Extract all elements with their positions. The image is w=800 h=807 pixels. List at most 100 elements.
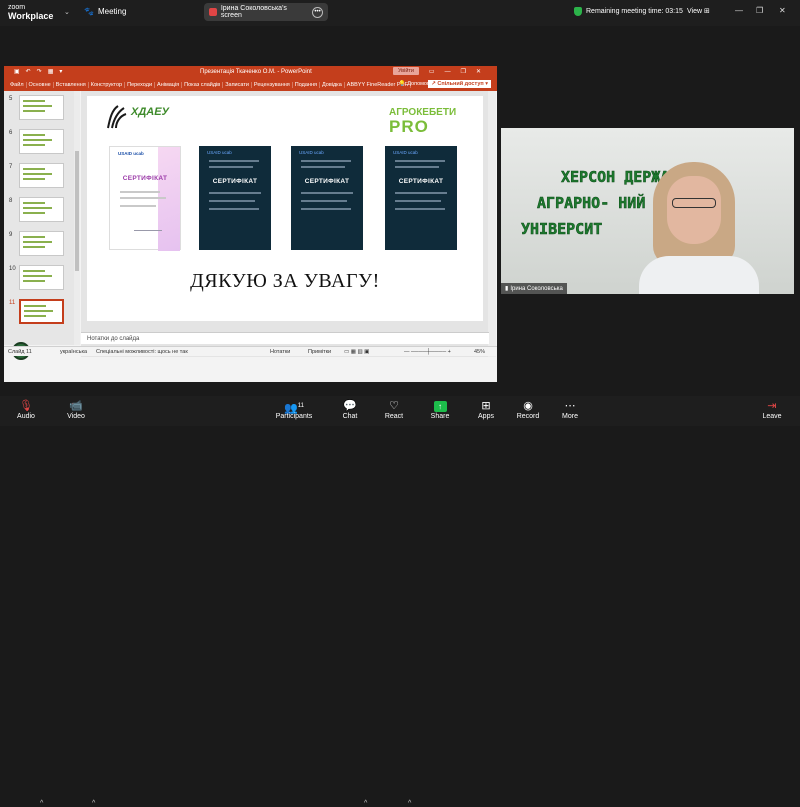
video-button[interactable]: 📹 Video — [56, 399, 96, 420]
video-label: Video — [67, 413, 85, 420]
react-button[interactable]: ♡ React — [374, 399, 414, 420]
ppt-help[interactable]: 💡 Допомог — [399, 81, 429, 87]
leave-button[interactable]: ⇥ Leave — [752, 399, 792, 420]
view-button[interactable]: View ⊞ — [687, 7, 710, 15]
status-accessibility[interactable]: Спеціальні можливості: щось не так — [96, 349, 188, 355]
shield-icon — [574, 7, 582, 16]
react-options-chevron[interactable]: ^ — [408, 800, 411, 807]
participants-label: Participants — [275, 413, 313, 420]
ppt-tab[interactable]: Переходи — [125, 82, 156, 88]
thanks-heading: ДЯКУЮ ЗА УВАГУ! — [190, 270, 380, 292]
notes-field[interactable]: Нотатки до слайда — [81, 332, 489, 344]
certificate-4: USAID ucab СЕРТИФІКАТ — [385, 146, 457, 250]
current-slide: ХДАЕУ АГРОКЕБЕТИ PRO USAID ucab СЕРТИФІК… — [87, 96, 483, 321]
slide-thumbnail[interactable] — [19, 265, 64, 290]
slide-thumbnail[interactable] — [19, 231, 64, 256]
certificate-title: СЕРТИФІКАТ — [304, 178, 350, 185]
slide-thumbnail[interactable] — [19, 129, 64, 154]
remaining-time-label: Remaining meeting time: 03:15 — [586, 8, 683, 15]
ppt-tab[interactable]: Подання — [293, 82, 320, 88]
quick-access-toolbar[interactable]: ▣↶↷▦▾ — [14, 68, 68, 75]
leave-label: Leave — [762, 413, 782, 420]
apps-label: Apps — [478, 413, 494, 420]
ppt-tab[interactable]: Записати — [223, 82, 252, 88]
participant-figure — [639, 162, 789, 294]
logo-line2: Workplace — [8, 11, 54, 21]
minimize-icon[interactable]: — — [735, 6, 743, 15]
ppt-tab[interactable]: Показ слайдів — [182, 82, 224, 88]
participant-name: Ірина Соколовська — [510, 285, 563, 292]
ppt-ribbon: Файл Основне Вставлення Конструктор Переходи… — [4, 79, 497, 91]
certificate-logos: USAID ucab — [118, 151, 144, 156]
status-slide-number: Слайд 11 — [8, 349, 32, 355]
agro-logo-bottom: PRO — [389, 117, 429, 136]
certificate-2: USAID ucab СЕРТИФІКАТ — [199, 146, 271, 250]
more-label: More — [562, 413, 578, 420]
share-button[interactable]: ↑ Share — [420, 399, 460, 420]
view-buttons[interactable]: ▭ ▦ ▥ ▣ — [344, 349, 369, 355]
participants-icon: 👥11 — [284, 402, 304, 415]
slide-thumbnail[interactable] — [19, 95, 64, 120]
university-abbr: ХДАЕУ — [131, 106, 170, 118]
certificate-1: USAID ucab СЕРТИФІКАТ — [109, 146, 181, 251]
share-label: Share — [430, 413, 450, 420]
more-options-icon[interactable]: ••• — [312, 6, 323, 18]
slide-vertical-scrollbar[interactable] — [488, 91, 496, 357]
heart-icon: ♡ — [389, 400, 399, 412]
ppt-share-label: Спільний доступ — [437, 81, 484, 87]
participants-button[interactable]: 👥11 Participants — [272, 399, 316, 420]
participant-nametag: ▮ Ірина Соколовська — [501, 283, 567, 294]
zoom-top-bar: zoom Workplace ⌄ 🐾 Meeting Ірина Соколов… — [0, 0, 800, 26]
video-options-chevron[interactable]: ^ — [92, 800, 95, 807]
record-button[interactable]: ◉ Record — [508, 399, 548, 420]
status-zoom-level[interactable]: 45% — [474, 349, 485, 355]
slide-thumbnail[interactable] — [19, 299, 64, 324]
camera-off-icon: 📹 — [69, 400, 83, 412]
ppt-tab[interactable]: Основне — [27, 82, 54, 88]
ppt-tab[interactable]: Рецензування — [252, 82, 293, 88]
certificate-logos: USAID ucab — [207, 150, 232, 155]
react-label: React — [384, 413, 404, 420]
status-language[interactable]: українська — [60, 349, 87, 355]
ppt-tab[interactable]: Файл — [8, 82, 27, 88]
remaining-time: Remaining meeting time: 03:15 — [574, 7, 683, 16]
zoom-slider[interactable]: — ────┼──── + — [404, 349, 451, 355]
chat-label: Chat — [342, 413, 358, 420]
wall-text-line3: УНІВЕРСИТ — [521, 220, 603, 239]
certificate-title: СЕРТИФІКАТ — [212, 178, 258, 185]
slide-thumbnail[interactable] — [19, 197, 64, 222]
ppt-tab[interactable]: Вставлення — [54, 82, 89, 88]
participant-video[interactable]: ХЕРСОН ДЕРЖАВНИЙ АГРАРНО- НИЙ УНІВЕРСИТ … — [501, 128, 794, 294]
mic-muted-icon: 🎙 — [19, 400, 33, 412]
meeting-tab[interactable]: 🐾 Meeting — [84, 7, 126, 16]
more-icon: ⋯ — [564, 400, 576, 412]
thumbs-scrollbar[interactable] — [74, 91, 80, 345]
slide-thumbnail[interactable] — [19, 163, 64, 188]
ppt-login-button[interactable]: Увійти — [393, 67, 419, 75]
thumb-number: 8 — [9, 198, 13, 204]
ppt-tab[interactable]: Довідка — [320, 82, 345, 88]
thumb-number: 6 — [9, 130, 13, 136]
apps-button[interactable]: ⊞ Apps — [466, 399, 506, 420]
ppt-titlebar: ▣↶↷▦▾ Презентація Ткаченко О.М. - PowerP… — [4, 66, 497, 79]
more-button[interactable]: ⋯ More — [550, 399, 590, 420]
chat-options-chevron[interactable]: ^ — [364, 800, 367, 807]
leave-icon: ⇥ — [767, 400, 777, 412]
ppt-tab[interactable]: Конструктор — [89, 82, 126, 88]
certificate-logos: USAID ucab — [393, 150, 418, 155]
chevron-down-icon[interactable]: ⌄ — [64, 8, 70, 16]
screen-share-pill[interactable]: Ірина Соколовська's screen ••• — [204, 3, 328, 21]
ppt-tab[interactable]: Анімація — [155, 82, 183, 88]
close-icon[interactable]: ✕ — [779, 6, 786, 15]
restore-icon[interactable]: ❐ — [756, 6, 763, 15]
thumb-number: 5 — [9, 96, 13, 102]
chat-button[interactable]: 💬 Chat — [330, 399, 370, 420]
status-notes-button[interactable]: Нотатки — [270, 349, 290, 355]
signal-icon: ▮ — [505, 286, 509, 292]
audio-button[interactable]: 🎙 Audio — [6, 399, 46, 420]
status-comments-button[interactable]: Примітки — [308, 349, 331, 355]
audio-options-chevron[interactable]: ^ — [40, 800, 43, 807]
ppt-window-controls[interactable]: ▭—❐✕ — [429, 68, 491, 75]
ppt-status-bar: Слайд 11 українська Спеціальні можливост… — [4, 346, 497, 356]
ppt-share-button[interactable]: ↗ Спільний доступ ▾ — [428, 80, 491, 88]
